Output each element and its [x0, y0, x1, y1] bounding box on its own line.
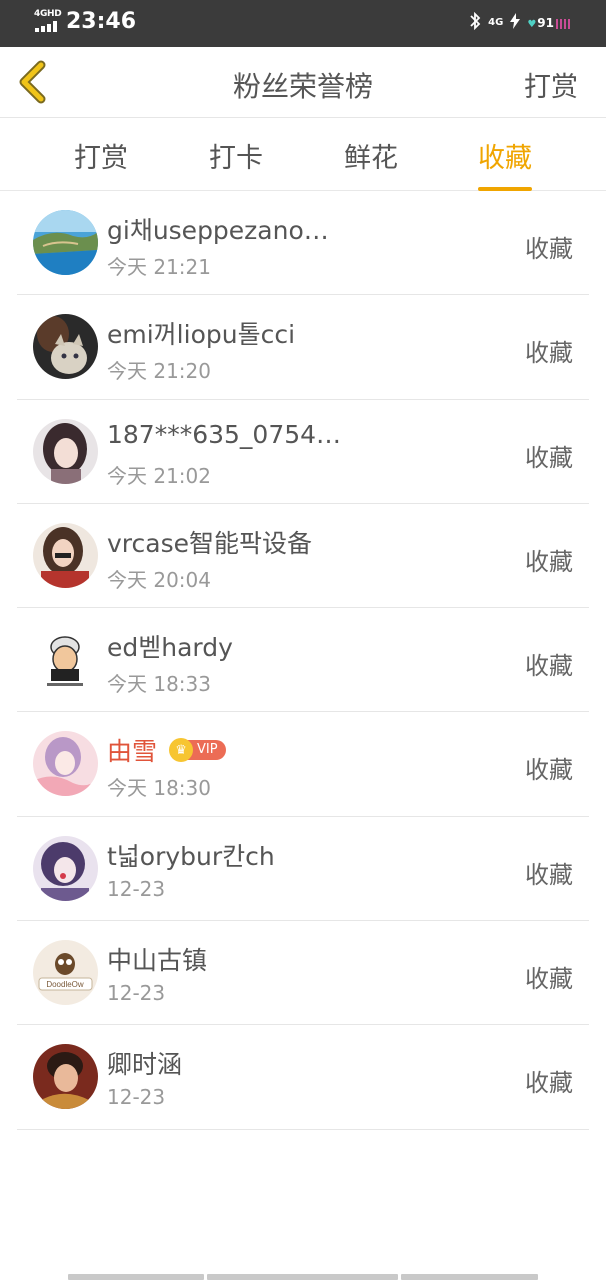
avatar: DoodleOw [33, 940, 98, 1006]
header: 粉丝荣誉榜 打赏 [0, 47, 606, 118]
page-title: 粉丝荣誉榜 [232, 70, 373, 103]
timestamp: 今天 18:33 [107, 672, 211, 697]
fan-list: gi채useppezano… 今天 21:21 收藏 emi꺼liopu톨cci… [0, 191, 606, 1130]
tab-checkin[interactable]: 打卡 [186, 136, 286, 191]
network-type-label: 4GHD [34, 9, 62, 19]
timestamp: 今天 20:04 [107, 567, 211, 592]
battery-indicator: ♥91 [527, 16, 572, 30]
svg-text:DoodleOw: DoodleOw [46, 980, 84, 989]
mobile-data-label: 4G [488, 17, 504, 28]
list-item[interactable]: t넓orybur칸ch 12-23 收藏 [17, 817, 589, 922]
tab-flowers[interactable]: 鲜花 [321, 136, 421, 191]
timestamp: 12-23 [107, 981, 166, 1006]
action-label: 收藏 [525, 1069, 573, 1098]
action-label: 收藏 [525, 965, 573, 994]
timestamp: 12-23 [107, 1085, 166, 1110]
avatar [33, 835, 98, 901]
list-item[interactable]: gi채useppezano… 今天 21:21 收藏 [17, 191, 589, 296]
action-label: 收藏 [525, 235, 573, 263]
action-label: 收藏 [525, 547, 573, 576]
lightning-icon [510, 13, 521, 33]
status-bar: 4GHD 23:46 4G ♥91 [0, 0, 606, 47]
list-item[interactable]: emi꺼liopu톨cci 今天 21:20 收藏 [17, 295, 589, 400]
action-label: 收藏 [525, 756, 573, 785]
list-item[interactable]: 由雪 ♛ VIP 今天 18:30 收藏 [17, 712, 589, 817]
timestamp: 今天 18:30 [107, 776, 211, 801]
list-item[interactable]: DoodleOw 中山古镇 12-23 收藏 [17, 921, 589, 1026]
user-name: emi꺼liopu톨cci [107, 320, 296, 350]
timestamp: 12-23 [107, 876, 166, 901]
user-name: gi채useppezano… [107, 216, 329, 245]
bluetooth-icon [469, 11, 481, 34]
action-label: 收藏 [525, 860, 573, 889]
tab-reward[interactable]: 打赏 [51, 136, 151, 191]
timestamp: 今天 21:02 [107, 463, 211, 488]
reward-button[interactable]: 打赏 [524, 65, 578, 104]
list-item[interactable]: vrcase智能팍设备 今天 20:04 收藏 [17, 504, 589, 609]
battery-level: 91 [537, 16, 554, 30]
vip-badge: ♛ VIP [169, 738, 226, 763]
user-name: 187***635_0754… [107, 419, 342, 449]
list-item[interactable]: 187***635_0754… 今天 21:02 收藏 [17, 400, 589, 504]
avatar [33, 418, 98, 484]
avatar [33, 627, 98, 693]
user-name: t넓orybur칸ch [107, 841, 275, 871]
timestamp: 今天 21:20 [107, 359, 211, 384]
tab-favorites-label: 收藏 [478, 143, 532, 174]
timestamp: 今天 21:21 [107, 255, 211, 279]
tab-favorites[interactable]: 收藏 [455, 136, 555, 191]
status-time: 23:46 [66, 9, 137, 34]
status-icons: 4G ♥91 [469, 11, 572, 34]
avatar [33, 314, 98, 380]
signal-icon: 4GHD [34, 9, 62, 33]
action-label: 收藏 [525, 339, 573, 368]
user-name: 卿时涵 [107, 1050, 183, 1080]
avatar [33, 522, 98, 588]
user-name: 中山古镇 [107, 946, 208, 976]
tab-bar: 打赏 打卡 鲜花 收藏 [0, 118, 606, 191]
user-name: 由雪 [107, 737, 158, 767]
user-name: vrcase智能팍设备 [107, 528, 312, 558]
bottom-nav-indicators [0, 1274, 606, 1280]
action-label: 收藏 [525, 652, 573, 681]
user-name: ed벧hardy [107, 633, 233, 663]
avatar [33, 210, 98, 275]
avatar [33, 1044, 98, 1110]
user-name-row: 由雪 ♛ VIP [107, 732, 226, 768]
list-item[interactable]: 卿时涵 12-23 收藏 [17, 1025, 589, 1130]
action-label: 收藏 [525, 443, 573, 472]
avatar [33, 731, 98, 797]
list-item[interactable]: ed벧hardy 今天 18:33 收藏 [17, 608, 589, 713]
